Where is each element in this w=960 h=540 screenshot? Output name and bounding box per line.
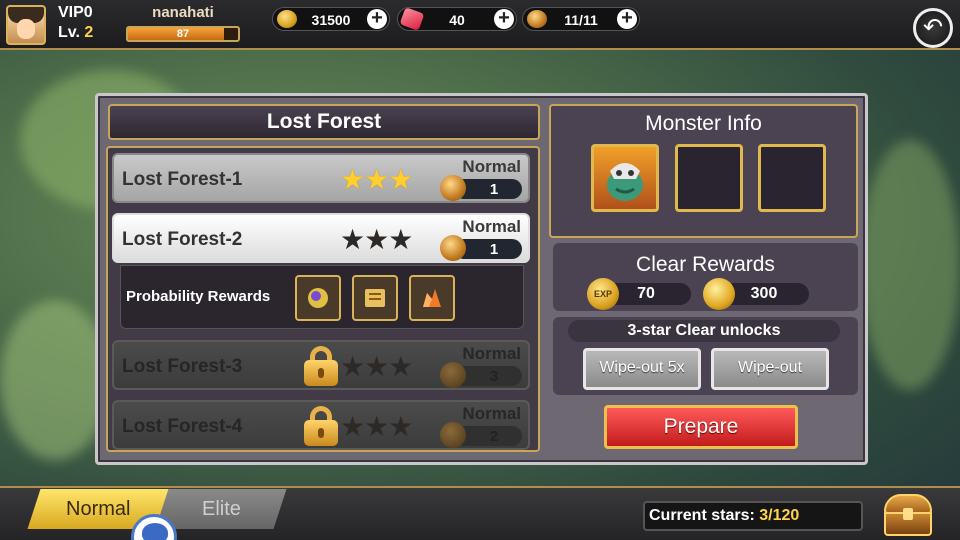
star-rating-icon: ★★★: [340, 411, 413, 442]
wipe-out-5x-button[interactable]: Wipe-out 5x: [583, 348, 701, 390]
level-number: 2: [84, 24, 94, 41]
stage-name: Lost Forest-3: [122, 356, 243, 377]
stamina-cost: 1: [440, 175, 522, 201]
avatar-face-shape: [17, 19, 35, 39]
reward-item-orb[interactable]: [295, 275, 341, 321]
player-avatar[interactable]: [6, 5, 46, 45]
top-bar: VIP0 Lv. 2 nanahati 87 31500 + 40 + 11/1…: [0, 0, 960, 50]
star-rating-icon: ★★★: [340, 164, 413, 195]
unlocks-title: 3-star Clear unlocks: [568, 320, 840, 342]
add-gold-button[interactable]: +: [367, 8, 387, 29]
exp-icon: EXP: [587, 278, 619, 310]
gold-coin-icon: [703, 278, 735, 310]
stage-item-lost-forest-2[interactable]: Lost Forest-2 ★★★ Normal 1: [112, 213, 530, 263]
gold-amount: 31500: [311, 12, 351, 28]
monster-info-panel: Monster Info: [549, 104, 858, 238]
stage-name: Lost Forest-4: [122, 416, 243, 437]
stamina-cost: 1: [440, 235, 522, 261]
treasure-chest-icon[interactable]: [884, 494, 932, 536]
three-star-unlocks-panel: 3-star Clear unlocks Wipe-out 5x Wipe-ou…: [553, 317, 858, 395]
current-stars-label: Current stars:: [649, 507, 755, 524]
player-level: Lv. 2: [58, 24, 93, 42]
ruby-gem-icon: [399, 7, 425, 31]
stamina-cost: 2: [440, 422, 522, 448]
clear-rewards-panel: Clear Rewards 70 EXP 300: [553, 243, 858, 311]
current-stars-value: 3/120: [759, 507, 800, 524]
chapter-title: Lost Forest: [108, 104, 540, 140]
lock-icon: [302, 346, 340, 386]
crystal-ore-item-icon: [423, 289, 441, 307]
stage-difficulty: Normal: [462, 404, 521, 423]
lock-icon: [302, 406, 340, 446]
stamina-coin-icon: [440, 362, 466, 388]
exp-bar: 87: [126, 26, 240, 42]
add-stamina-button[interactable]: +: [617, 8, 637, 29]
tab-elite-label: Elite: [201, 498, 241, 520]
stamina-cost-value: 1: [489, 181, 499, 198]
background-island: [0, 300, 110, 460]
star-rating-icon: ★★★: [340, 351, 413, 382]
background-island: [860, 140, 960, 390]
gold-coin-icon: [277, 10, 297, 28]
stage-difficulty: Normal: [462, 157, 521, 176]
stamina-coin-icon: [440, 175, 466, 201]
orb-item-icon: [308, 288, 328, 308]
current-stars-counter: Current stars: 3/120: [643, 501, 863, 531]
star-rating-icon: ★★★: [340, 224, 413, 255]
vip-level: VIP0: [58, 4, 93, 21]
monster-slot[interactable]: [591, 144, 659, 212]
stage-item-lost-forest-4[interactable]: Lost Forest-4 ★★★ Normal 2: [112, 400, 530, 450]
stage-name: Lost Forest-2: [122, 229, 243, 250]
stamina-amount: 11/11: [564, 12, 598, 28]
reward-item-crystal-ore[interactable]: [409, 275, 455, 321]
stamina-coin-icon: [527, 10, 547, 28]
stamina-cost-value: 1: [489, 241, 499, 258]
stamina-coin-icon: [440, 235, 466, 261]
tab-elite[interactable]: Elite: [155, 489, 287, 529]
probability-rewards-label: Probability Rewards: [126, 288, 271, 305]
stamina-cost: 3: [440, 362, 522, 388]
tab-normal-label: Normal: [65, 498, 131, 520]
stamina-resource: 11/11 +: [522, 7, 640, 31]
monster-slot-empty: [675, 144, 743, 212]
add-gem-button[interactable]: +: [494, 8, 514, 29]
stage-item-lost-forest-1[interactable]: Lost Forest-1 ★★★ Normal 1: [112, 153, 530, 203]
stamina-coin-icon: [440, 422, 466, 448]
gem-resource: 40 +: [397, 7, 517, 31]
monster-info-title: Monster Info: [645, 112, 762, 135]
back-arrow-icon[interactable]: ↶: [913, 8, 953, 48]
stage-difficulty: Normal: [462, 217, 521, 236]
stamina-cost-value: 2: [489, 428, 499, 445]
wipe-out-button[interactable]: Wipe-out: [711, 348, 829, 390]
monster-slot-empty: [758, 144, 826, 212]
scroll-book-item-icon: [365, 289, 385, 307]
gem-amount: 40: [449, 12, 465, 28]
stage-difficulty: Normal: [462, 344, 521, 363]
stage-item-lost-forest-3[interactable]: Lost Forest-3 ★★★ Normal 3: [112, 340, 530, 390]
exp-value: 87: [176, 28, 190, 40]
goblin-monster-portrait: [607, 163, 643, 201]
reward-item-scroll-book[interactable]: [352, 275, 398, 321]
player-name: nanahati: [152, 4, 214, 21]
clear-rewards-title: Clear Rewards: [636, 253, 775, 276]
gold-resource: 31500 +: [272, 7, 390, 31]
level-prefix: Lv.: [58, 24, 80, 41]
stage-name: Lost Forest-1: [122, 169, 243, 190]
prepare-button[interactable]: Prepare: [604, 405, 798, 449]
stamina-cost-value: 3: [489, 368, 499, 385]
probability-rewards-row: Probability Rewards: [120, 265, 524, 329]
